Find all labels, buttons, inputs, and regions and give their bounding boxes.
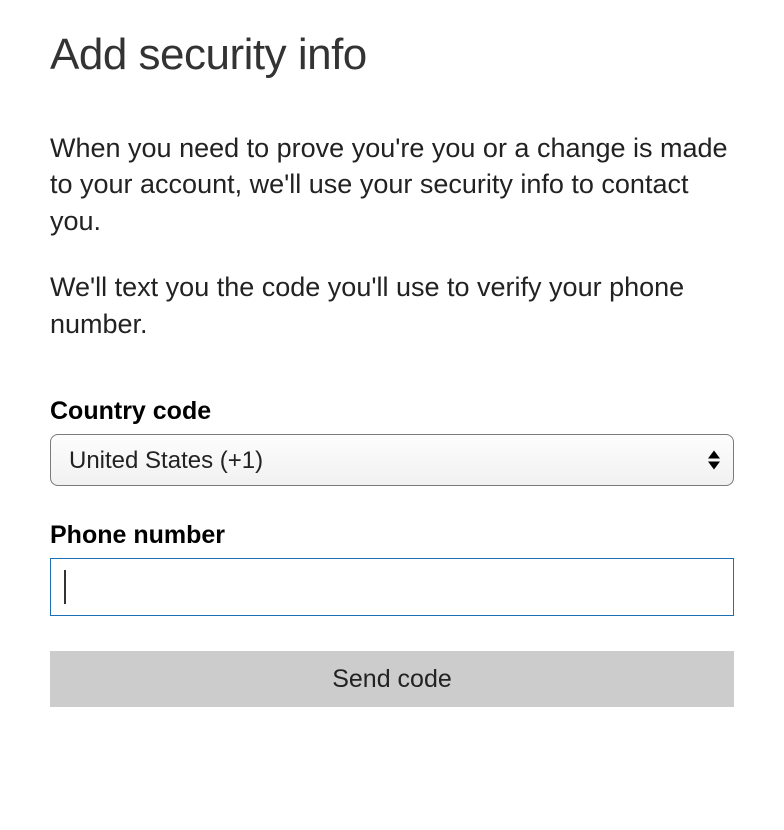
phone-input-wrapper	[50, 558, 734, 651]
text-cursor	[64, 570, 66, 604]
description-text-2: We'll text you the code you'll use to ve…	[50, 269, 734, 342]
phone-number-input[interactable]	[50, 558, 734, 616]
page-title: Add security info	[50, 30, 734, 80]
phone-number-label: Phone number	[50, 521, 734, 550]
send-code-button[interactable]: Send code	[50, 651, 734, 707]
country-code-select-wrapper: United States (+1)	[50, 434, 734, 486]
country-code-label: Country code	[50, 397, 734, 426]
description-text-1: When you need to prove you're you or a c…	[50, 130, 734, 239]
country-code-select[interactable]: United States (+1)	[50, 434, 734, 486]
